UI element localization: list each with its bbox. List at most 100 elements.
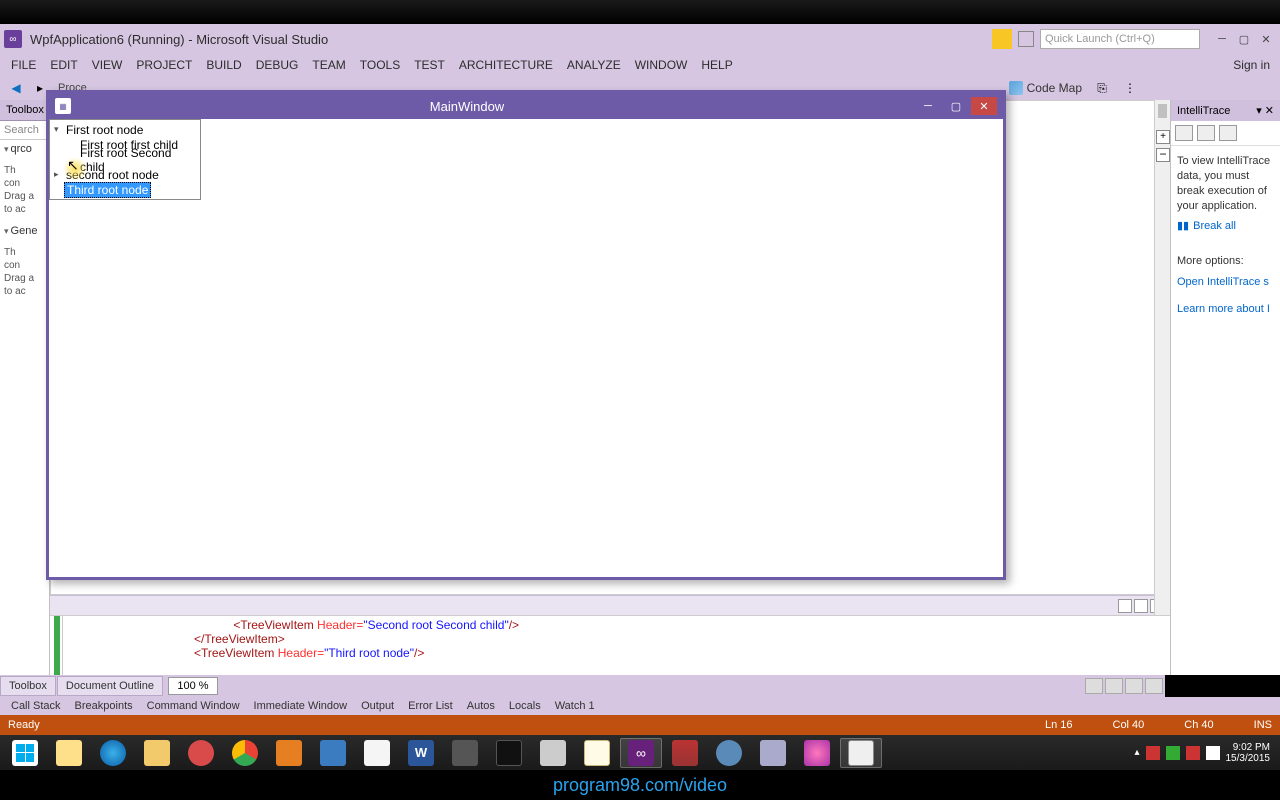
menu-test[interactable]: TEST [407,55,452,75]
designer-view-button-1[interactable] [1118,599,1132,613]
xaml-code-panel[interactable]: <TreeViewItem Header="Second root Second… [50,615,1170,675]
learn-more-link[interactable]: Learn more about I [1177,296,1274,323]
taskbar-chrome[interactable] [224,738,266,768]
tree-expander-icon[interactable]: ▸ [54,169,64,180]
toolbar-overflow-icon[interactable]: ⋮ [1120,78,1140,98]
it-toolbar-btn-1[interactable] [1175,125,1193,141]
taskbar-app-7[interactable] [752,738,794,768]
code-map-button[interactable]: Code Map [1003,79,1088,97]
tray-volume-icon[interactable] [1206,746,1220,760]
taskbar-paint[interactable] [356,738,398,768]
taskbar-snipping[interactable] [180,738,222,768]
scrollbar-thumb[interactable] [1158,104,1167,118]
taskbar-app-2[interactable] [312,738,354,768]
menu-project[interactable]: PROJECT [129,55,199,75]
menu-team[interactable]: TEAM [305,55,352,75]
zoom-out-icon[interactable]: − [1156,148,1170,162]
tab-locals[interactable]: Locals [502,698,548,714]
taskbar-visual-studio[interactable]: ∞ [620,738,662,768]
bottom-tab-btn-1[interactable] [1085,678,1103,694]
taskbar-app-8[interactable] [796,738,838,768]
taskbar-app-6[interactable] [708,738,750,768]
close-button[interactable]: ✕ [1256,30,1276,48]
tab-immediate-window[interactable]: Immediate Window [247,698,355,714]
taskbar-notepad[interactable] [576,738,618,768]
tab-command-window[interactable]: Command Window [140,698,247,714]
menu-tools[interactable]: TOOLS [353,55,407,75]
toolbox-group-general[interactable]: ▾Gene [0,222,49,240]
designer-vscrollbar[interactable]: + − [1154,100,1170,675]
bottom-tab-btn-2[interactable] [1105,678,1123,694]
taskbar-clock[interactable]: 9:02 PM 15/3/2015 [1226,742,1271,764]
panel-close-icon[interactable]: ✕ [1265,104,1274,117]
maximize-button[interactable]: ▢ [1234,30,1254,48]
app-client-area[interactable]: ▾ First root node First root first child… [49,119,1003,577]
system-tray[interactable]: ▴ 9:02 PM 15/3/2015 [1134,742,1276,764]
gear-icon[interactable] [1219,125,1237,141]
tab-output[interactable]: Output [354,698,401,714]
toolbar-split-icon[interactable]: ⎘ [1092,78,1112,98]
tab-call-stack[interactable]: Call Stack [4,698,68,714]
app-minimize-button[interactable]: ─ [915,97,941,115]
menu-architecture[interactable]: ARCHITECTURE [452,55,560,75]
tray-icon-3[interactable] [1186,746,1200,760]
menu-file[interactable]: FILE [4,55,43,75]
toolbox-header[interactable]: Toolbox [0,100,49,121]
designer-view-button-2[interactable] [1134,599,1148,613]
notifications-icon[interactable] [992,29,1012,49]
taskbar-running-app[interactable] [840,738,882,768]
it-toolbar-btn-2[interactable] [1197,125,1215,141]
bottom-tab-btn-3[interactable] [1125,678,1143,694]
app-titlebar[interactable]: ▦ MainWindow ─ ▢ ✕ [49,93,1003,119]
taskbar-app-1[interactable] [268,738,310,768]
taskbar-cmd[interactable] [488,738,530,768]
taskbar-file-explorer[interactable] [48,738,90,768]
taskbar-folder[interactable] [136,738,178,768]
feedback-icon[interactable] [1018,31,1034,47]
sign-in-link[interactable]: Sign in [1233,58,1270,72]
tray-icon-1[interactable] [1146,746,1160,760]
tree-item-root-3[interactable]: Third root node [50,182,200,197]
app-close-button[interactable]: ✕ [971,97,997,115]
tree-item-root-1[interactable]: ▾ First root node [50,122,200,137]
tab-document-outline[interactable]: Document Outline [57,676,163,696]
zoom-in-icon[interactable]: + [1156,130,1170,144]
tree-item-root1-child2[interactable]: First root Second child [50,152,200,167]
tree-expander-icon[interactable]: ▾ [54,124,64,135]
taskbar-app-3[interactable] [444,738,486,768]
app-maximize-button[interactable]: ▢ [943,97,969,115]
start-button[interactable] [4,738,46,768]
windows-taskbar[interactable]: W ∞ ▴ 9:02 PM 15/3/2015 [0,735,1280,770]
menu-analyze[interactable]: ANALYZE [560,55,628,75]
tab-autos[interactable]: Autos [460,698,502,714]
open-intellitrace-settings-link[interactable]: Open IntelliTrace s [1177,269,1274,296]
tab-error-list[interactable]: Error List [401,698,460,714]
nav-back-icon[interactable]: ◀ [6,78,26,98]
taskbar-app-5[interactable] [664,738,706,768]
panel-dropdown-icon[interactable]: ▾ [1256,104,1262,117]
tray-icon-2[interactable] [1166,746,1180,760]
treeview[interactable]: ▾ First root node First root first child… [49,119,201,200]
menu-build[interactable]: BUILD [199,55,248,75]
minimize-button[interactable]: ─ [1212,30,1232,48]
menu-help[interactable]: HELP [694,55,739,75]
toolbox-group-qrcode[interactable]: ▾qrco [0,140,49,158]
intellitrace-header[interactable]: IntelliTrace ▾ ✕ [1171,100,1280,121]
menu-debug[interactable]: DEBUG [249,55,306,75]
taskbar-app-4[interactable] [532,738,574,768]
break-all-link[interactable]: ▮▮ Break all [1177,213,1274,240]
quick-launch-input[interactable]: Quick Launch (Ctrl+Q) [1040,29,1200,49]
tray-chevron-icon[interactable]: ▴ [1134,747,1139,758]
zoom-combo[interactable]: 100 % [168,677,218,695]
tab-toolbox[interactable]: Toolbox [0,676,56,696]
running-app-window[interactable]: ▦ MainWindow ─ ▢ ✕ ▾ First root node Fir… [46,90,1006,580]
bottom-tab-btn-4[interactable] [1145,678,1163,694]
menu-view[interactable]: VIEW [85,55,130,75]
tab-watch-1[interactable]: Watch 1 [548,698,602,714]
toolbox-search-input[interactable]: Search [0,121,49,140]
menu-window[interactable]: WINDOW [628,55,695,75]
menu-edit[interactable]: EDIT [43,55,84,75]
tab-breakpoints[interactable]: Breakpoints [68,698,140,714]
taskbar-word[interactable]: W [400,738,442,768]
taskbar-ie[interactable] [92,738,134,768]
